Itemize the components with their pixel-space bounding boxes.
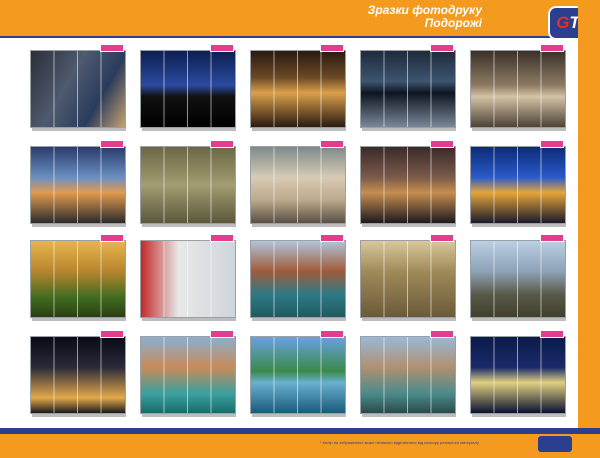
sample-card[interactable] bbox=[30, 330, 126, 417]
card-shadow bbox=[472, 128, 566, 131]
sample-photo bbox=[360, 240, 456, 318]
sample-row bbox=[22, 44, 574, 134]
sample-card[interactable] bbox=[250, 234, 346, 321]
card-shadow bbox=[32, 414, 126, 417]
sample-code-tag bbox=[540, 234, 564, 242]
card-shadow bbox=[142, 414, 236, 417]
sample-code-tag bbox=[210, 140, 234, 148]
card-shadow bbox=[362, 414, 456, 417]
sample-photo bbox=[30, 146, 126, 224]
sample-photo bbox=[140, 146, 236, 224]
sample-card[interactable] bbox=[250, 44, 346, 131]
sample-code-tag bbox=[430, 140, 454, 148]
sample-code-tag bbox=[100, 330, 124, 338]
sample-code-tag bbox=[210, 44, 234, 52]
sample-card[interactable] bbox=[250, 330, 346, 417]
sample-code-tag bbox=[430, 44, 454, 52]
sample-code-tag bbox=[430, 234, 454, 242]
card-shadow bbox=[142, 128, 236, 131]
sample-card[interactable] bbox=[470, 234, 566, 321]
sample-card[interactable] bbox=[360, 330, 456, 417]
sample-photo bbox=[140, 50, 236, 128]
sample-row bbox=[22, 234, 574, 324]
card-shadow bbox=[252, 414, 346, 417]
header-bar: Зразки фотодруку Подорожі bbox=[0, 0, 600, 36]
sample-code-tag bbox=[540, 330, 564, 338]
sample-photo bbox=[470, 146, 566, 224]
sample-card[interactable] bbox=[360, 44, 456, 131]
sample-photo bbox=[140, 240, 236, 318]
sample-photo bbox=[470, 240, 566, 318]
sample-code-tag bbox=[100, 234, 124, 242]
footer-note: * Колір на зображеннях може незначно від… bbox=[320, 440, 479, 445]
sample-code-tag bbox=[320, 44, 344, 52]
card-shadow bbox=[142, 224, 236, 227]
sample-photo bbox=[360, 50, 456, 128]
footer-bar: * Колір на зображеннях може незначно від… bbox=[0, 434, 600, 458]
sample-card[interactable] bbox=[250, 140, 346, 227]
sample-code-tag bbox=[320, 330, 344, 338]
sample-card[interactable] bbox=[30, 234, 126, 321]
sample-card[interactable] bbox=[470, 44, 566, 131]
card-shadow bbox=[362, 128, 456, 131]
sample-photo bbox=[470, 336, 566, 414]
sample-card[interactable] bbox=[140, 140, 236, 227]
sample-photo bbox=[360, 146, 456, 224]
card-shadow bbox=[252, 224, 346, 227]
sample-code-tag bbox=[100, 44, 124, 52]
sample-photo bbox=[250, 240, 346, 318]
sample-card[interactable] bbox=[470, 140, 566, 227]
sample-code-tag bbox=[430, 330, 454, 338]
sample-row bbox=[22, 330, 574, 420]
card-shadow bbox=[472, 318, 566, 321]
sample-card[interactable] bbox=[140, 234, 236, 321]
sample-code-tag bbox=[320, 140, 344, 148]
card-shadow bbox=[142, 318, 236, 321]
card-shadow bbox=[472, 224, 566, 227]
sample-photo bbox=[250, 336, 346, 414]
page-title-line2: Подорожі bbox=[424, 16, 482, 30]
sample-card[interactable] bbox=[360, 234, 456, 321]
card-shadow bbox=[32, 318, 126, 321]
page-title: Зразки фотодруку Подорожі bbox=[368, 4, 482, 30]
sample-code-tag bbox=[320, 234, 344, 242]
card-shadow bbox=[32, 224, 126, 227]
sample-code-tag bbox=[210, 330, 234, 338]
sample-photo bbox=[30, 50, 126, 128]
sample-card[interactable] bbox=[140, 330, 236, 417]
sample-photo bbox=[30, 336, 126, 414]
sample-card[interactable] bbox=[30, 44, 126, 131]
sample-card[interactable] bbox=[140, 44, 236, 131]
sample-photo bbox=[250, 146, 346, 224]
card-shadow bbox=[32, 128, 126, 131]
header-divider bbox=[0, 36, 600, 38]
page-tab bbox=[538, 436, 572, 452]
card-shadow bbox=[252, 318, 346, 321]
sample-code-tag bbox=[540, 44, 564, 52]
sample-card[interactable] bbox=[30, 140, 126, 227]
sample-photo bbox=[250, 50, 346, 128]
sample-photo bbox=[360, 336, 456, 414]
card-shadow bbox=[472, 414, 566, 417]
sample-card[interactable] bbox=[360, 140, 456, 227]
sample-card[interactable] bbox=[470, 330, 566, 417]
sample-photo bbox=[140, 336, 236, 414]
sample-photo bbox=[30, 240, 126, 318]
card-shadow bbox=[362, 224, 456, 227]
card-shadow bbox=[252, 128, 346, 131]
sample-code-tag bbox=[540, 140, 564, 148]
right-side-stripe bbox=[578, 0, 600, 458]
sample-code-tag bbox=[100, 140, 124, 148]
logo-letter-g: G bbox=[556, 13, 570, 32]
sample-photo bbox=[470, 50, 566, 128]
sample-row bbox=[22, 140, 574, 230]
sample-code-tag bbox=[210, 234, 234, 242]
card-shadow bbox=[362, 318, 456, 321]
